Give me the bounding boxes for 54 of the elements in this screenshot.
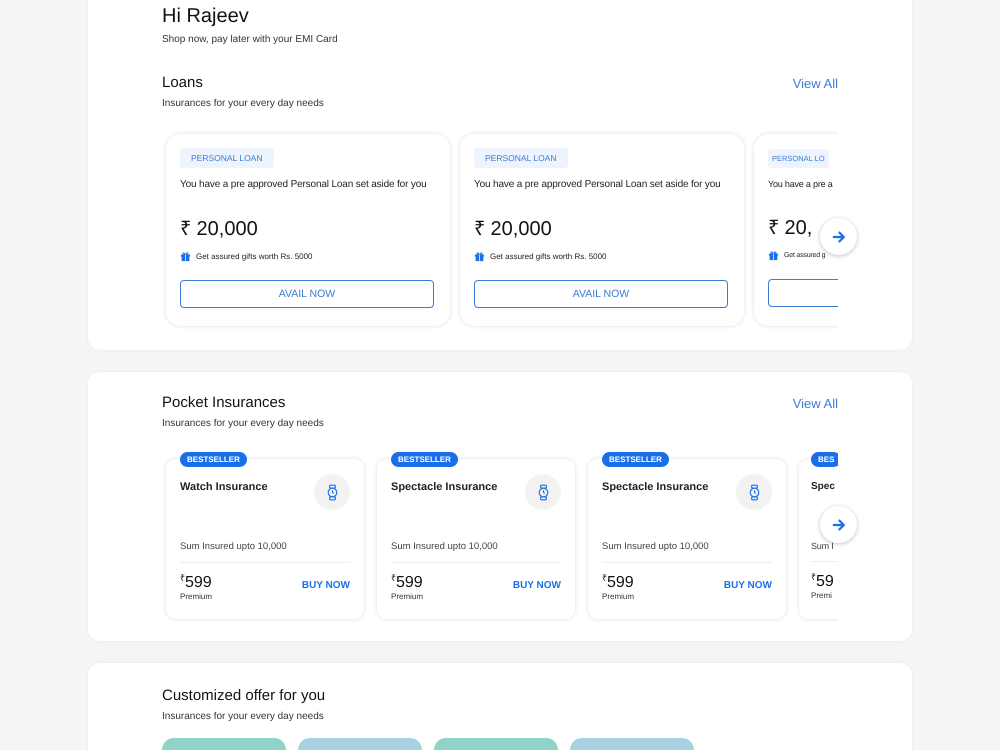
premium-price: $^{₹}$599 (180, 572, 212, 592)
greeting-title: Hi Rajeev (162, 4, 250, 28)
avail-button[interactable]: AVAIL NOW (474, 280, 728, 308)
section-subtitle: Insurances for your every day needs (162, 418, 324, 430)
loan-amount: ₹ 20,000 (180, 217, 259, 241)
avail-button[interactable]: AVAIL NOW (180, 280, 434, 308)
bestseller-badge: BESTSELLER (180, 452, 247, 467)
section-subtitle: Insurances for your every day needs (162, 98, 324, 110)
insurance-title: Spectacle Insurance (391, 481, 498, 493)
buy-now-button[interactable]: BUY NOW (302, 580, 350, 590)
section-subtitle: Insurances for your every day needs (162, 711, 325, 723)
premium-price: $^{₹}$599 (391, 572, 424, 592)
loan-description: You have a pre a (768, 179, 834, 189)
arrow-right-icon (832, 518, 846, 532)
watch-icon (525, 474, 561, 510)
loan-amount: ₹ 20, (768, 216, 814, 240)
premium-label: Premi (811, 591, 833, 600)
buy-now-button[interactable]: BUY NOW (512, 580, 561, 590)
greeting-subtitle: Shop now, pay later with your EMI Card (162, 34, 339, 46)
sum-insured: Sum Insured upto 10,000 (391, 541, 561, 563)
next-button[interactable] (820, 506, 857, 543)
loan-badge: PERSONAL LOAN (474, 148, 568, 168)
bestseller-badge: BESTSELLER (602, 452, 669, 467)
premium-label: Premium (391, 592, 424, 601)
insurance-title: Spec (811, 481, 835, 492)
next-button[interactable] (820, 218, 857, 255)
watch-icon (314, 474, 350, 510)
loan-amount: ₹ 20,000 (474, 217, 553, 241)
sum-insured: Sum Insured upto 10,000 (180, 541, 350, 563)
buy-now-button[interactable]: BUY NOW (724, 580, 772, 590)
gift-icon (180, 251, 191, 262)
gift-text: Get assured gifts worth Rs. 5000 (490, 252, 606, 261)
premium-price: $^{₹}$59 (811, 571, 834, 591)
section-title: Pocket Insurances (162, 394, 286, 412)
bestseller-badge: BES (811, 452, 838, 467)
section-title: Customized offer for you (162, 687, 326, 705)
watch-icon (736, 474, 772, 510)
loan-description: You have a pre approved Personal Loan set aside for you (180, 179, 428, 190)
loan-description: You have a pre approved Personal Loan set aside for you (474, 179, 722, 190)
sum-insured: Sum Insured upto 10,000 (602, 541, 772, 563)
bestseller-badge: BESTSELLER (391, 452, 458, 467)
gift-text: Get assured gifts worth Rs. 5000 (196, 252, 312, 261)
premium-label: Premium (180, 592, 212, 601)
insurance-title: Watch Insurance (180, 481, 268, 493)
premium-label: Premium (602, 592, 634, 601)
view-all-link[interactable]: View All (792, 396, 838, 411)
insurance-title: Spectacle Insurance (602, 481, 708, 493)
section-title: Loans (162, 74, 204, 92)
premium-price: $^{₹}$599 (602, 572, 634, 592)
loan-badge: PERSONAL LOAN (180, 148, 274, 168)
arrow-right-icon (832, 230, 846, 244)
gift-icon (768, 250, 779, 261)
view-all-link[interactable]: View All (792, 76, 838, 91)
gift-icon (474, 251, 485, 262)
